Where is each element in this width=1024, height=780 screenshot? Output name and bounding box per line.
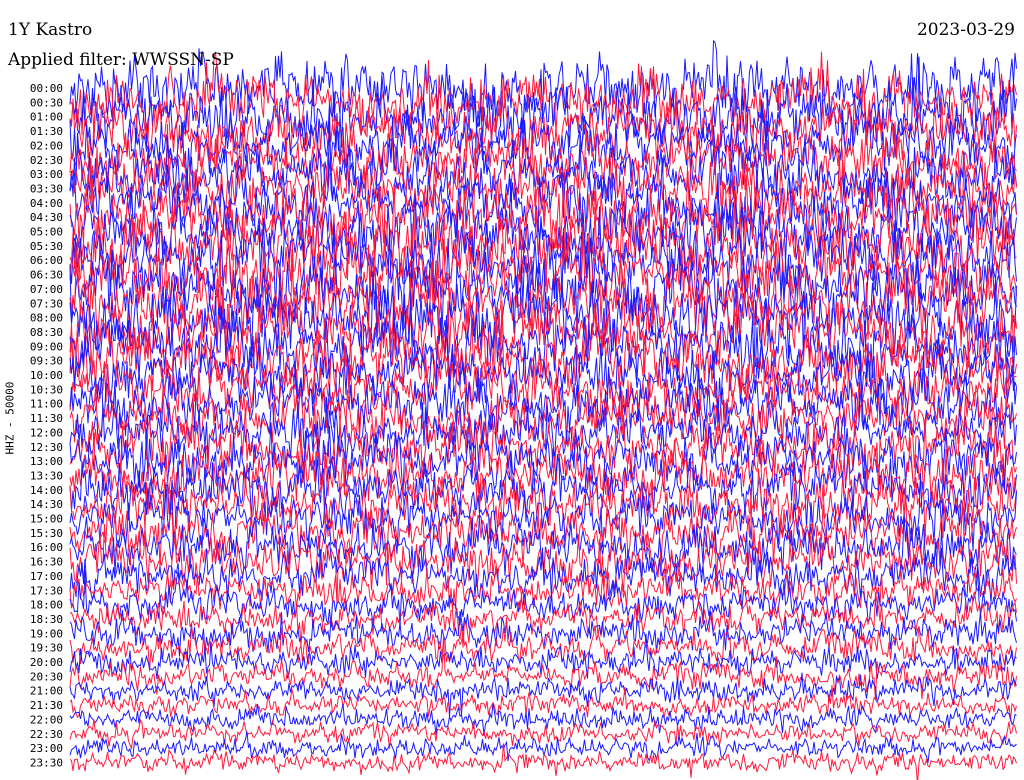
time-label: 10:00: [30, 369, 63, 382]
time-label: 23:00: [30, 742, 63, 755]
time-label: 17:30: [30, 584, 63, 597]
time-label: 05:00: [30, 226, 63, 239]
time-label: 15:00: [30, 513, 63, 526]
time-label: 11:30: [30, 412, 63, 425]
time-label: 01:30: [30, 125, 63, 138]
time-label: 04:30: [30, 211, 63, 224]
time-label: 13:30: [30, 469, 63, 482]
time-label: 23:30: [30, 756, 63, 769]
time-label: 08:00: [30, 312, 63, 325]
trace-row-2230: [69, 718, 1017, 750]
time-label: 21:30: [30, 699, 63, 712]
time-label: 09:30: [30, 355, 63, 368]
channel-axis-label: HHZ - 50000: [3, 381, 17, 455]
time-label: 01:00: [30, 111, 63, 124]
time-label: 07:30: [30, 297, 63, 310]
station-title: 1Y Kastro: [8, 20, 93, 40]
time-label: 00:30: [30, 96, 63, 109]
time-label: 13:00: [30, 455, 63, 468]
time-label: 16:30: [30, 556, 63, 569]
time-label: 03:00: [30, 168, 63, 181]
time-label: 15:30: [30, 527, 63, 540]
time-label: 04:00: [30, 197, 63, 210]
time-label: 00:00: [30, 82, 63, 95]
time-label: 11:00: [30, 398, 63, 411]
date-label: 2023-03-29: [916, 20, 1015, 40]
time-label: 17:00: [30, 570, 63, 583]
time-label: 12:00: [30, 426, 63, 439]
time-label: 06:00: [30, 254, 63, 267]
time-label: 22:30: [30, 728, 63, 741]
time-label: 07:00: [30, 283, 63, 296]
trace-row-2330: [69, 743, 1017, 780]
time-labels: 00:0000:30 01:0001:3002:00 02:3003:0003:30…: [30, 82, 63, 769]
time-label: 20:30: [30, 670, 63, 683]
time-label: 05:30: [30, 240, 63, 253]
time-label: 10:30: [30, 383, 63, 396]
time-label: 02:30: [30, 154, 63, 167]
time-label: 18:00: [30, 599, 63, 612]
trace-row-2200: [69, 703, 1017, 736]
time-label: 19:00: [30, 627, 63, 640]
time-label: 03:30: [30, 182, 63, 195]
time-label: 09:00: [30, 340, 63, 353]
time-label: 16:00: [30, 541, 63, 554]
time-label: 02:00: [30, 139, 63, 152]
seismic-traces: [69, 39, 1017, 780]
time-label: 20:00: [30, 656, 63, 669]
filter-label: Applied filter: WWSSN-SP: [8, 50, 234, 70]
time-label: 08:30: [30, 326, 63, 339]
time-label: 22:00: [30, 713, 63, 726]
time-label: 14:30: [30, 498, 63, 511]
time-label: 14:00: [30, 484, 63, 497]
time-label: 12:30: [30, 441, 63, 454]
time-label: 06:30: [30, 269, 63, 282]
time-label: 21:00: [30, 685, 63, 698]
time-label: 19:30: [30, 642, 63, 655]
helicorder-plot: 00:0000:30 01:0001:3002:00 02:3003:0003:30…: [30, 39, 1017, 780]
time-label: 18:30: [30, 613, 63, 626]
